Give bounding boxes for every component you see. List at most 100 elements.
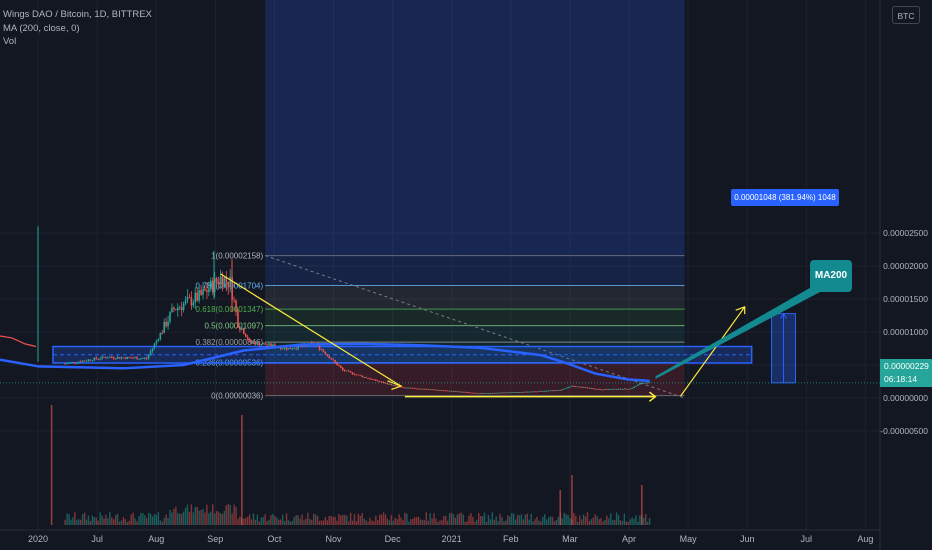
candle-body xyxy=(246,336,249,340)
fibonacci-retracement[interactable]: 1(0.00002158)0.786(0.00001704)0.618(0.00… xyxy=(196,0,685,401)
candle-body xyxy=(503,392,505,394)
volume-bar xyxy=(526,513,528,525)
volume-bar xyxy=(573,512,575,525)
volume-bar xyxy=(472,516,474,525)
price-chart[interactable]: 1(0.00002158)0.786(0.00001704)0.618(0.00… xyxy=(0,0,932,550)
volume-bar xyxy=(262,517,264,525)
y-tick-label: 0.00000000 xyxy=(883,393,928,403)
volume-bar xyxy=(80,519,82,525)
volume-bar xyxy=(239,516,241,525)
volume-bar xyxy=(256,514,259,525)
candle-body xyxy=(637,384,639,386)
candle-body xyxy=(215,278,218,283)
candle-body xyxy=(233,299,235,301)
candle-body xyxy=(178,307,181,309)
volume-bar xyxy=(165,514,167,525)
candle-body xyxy=(475,392,478,394)
candle-body xyxy=(569,386,571,388)
candle-body xyxy=(126,356,129,359)
candle-body xyxy=(74,361,76,363)
y-tick-label: 0.00002500 xyxy=(883,228,928,238)
target-measure-label[interactable]: 0.00001048 (381.94%) 1048 xyxy=(731,189,839,206)
candle-body xyxy=(590,388,593,389)
volume-spike xyxy=(241,415,243,525)
volume-bar xyxy=(72,517,74,525)
candle-body xyxy=(237,311,239,328)
volume-bar xyxy=(505,520,507,525)
volume-bar xyxy=(151,516,154,525)
volume-bar xyxy=(419,519,422,525)
volume-bar xyxy=(346,515,348,525)
candle-body xyxy=(380,381,383,383)
ma200-callout[interactable]: MA200 xyxy=(810,260,852,292)
volume-bar xyxy=(373,521,375,525)
candle-body xyxy=(409,387,412,389)
candle-body xyxy=(262,343,265,345)
candle-body xyxy=(285,347,288,350)
candle-body xyxy=(79,361,82,363)
volume-bar xyxy=(369,517,371,525)
currency-button[interactable]: BTC xyxy=(892,6,920,24)
volume-bar xyxy=(454,517,457,525)
ma-indicator-label[interactable]: MA (200, close, 0) xyxy=(3,22,152,36)
symbol-title[interactable]: Wings DAO / Bitcoin, 1D, BITTREX xyxy=(3,8,152,22)
x-tick-label: Aug xyxy=(148,534,164,544)
candle-body xyxy=(442,390,445,392)
candle-body xyxy=(192,302,195,306)
volume-bar xyxy=(169,509,171,525)
candle-body xyxy=(324,351,327,355)
volume-bar xyxy=(413,517,416,525)
candle-body xyxy=(536,391,538,393)
volume-bar xyxy=(347,521,350,525)
candle-body xyxy=(248,339,251,341)
candle-body xyxy=(518,392,521,393)
volume-bar xyxy=(303,520,305,525)
volume-bar xyxy=(371,520,373,525)
volume-bar xyxy=(70,519,72,525)
volume-bar xyxy=(299,518,301,525)
candle-body xyxy=(200,290,202,295)
candle-body xyxy=(648,382,651,384)
candle-body xyxy=(99,358,101,360)
volume-bar xyxy=(260,517,262,525)
candle-body xyxy=(448,390,451,392)
volume-bar xyxy=(322,520,325,525)
volume-bar xyxy=(635,515,637,525)
volume-bar xyxy=(194,506,196,525)
volume-bar xyxy=(161,521,163,525)
fib-level-label: 1(0.00002158) xyxy=(211,252,263,261)
candle-body xyxy=(217,282,220,284)
volume-bar xyxy=(365,520,367,525)
candle-body xyxy=(289,347,292,349)
candle-body xyxy=(376,380,379,382)
volume-bar xyxy=(433,513,435,525)
candle-body xyxy=(541,391,544,392)
x-tick-label: Aug xyxy=(857,534,873,544)
volume-bar xyxy=(217,511,220,525)
volume-bar xyxy=(293,517,295,525)
volume-bar xyxy=(384,514,387,525)
candle-body xyxy=(576,386,579,388)
volume-bar xyxy=(316,516,319,525)
fib-band xyxy=(265,255,685,286)
volume-bar xyxy=(93,517,96,525)
support-zone[interactable] xyxy=(52,345,753,364)
candle-body xyxy=(243,328,245,334)
current-price: 0.00000229 xyxy=(884,361,929,371)
candle-body xyxy=(373,379,375,381)
volume-indicator-label[interactable]: Vol xyxy=(3,35,152,49)
volume-bar xyxy=(109,512,111,525)
candle-body xyxy=(600,389,602,391)
candle-body xyxy=(367,377,369,379)
volume-bar xyxy=(633,518,635,525)
candle-body xyxy=(147,354,150,359)
volume-bar xyxy=(580,519,583,525)
volume-bar xyxy=(243,518,245,525)
candle-body xyxy=(609,389,612,390)
volume-bar xyxy=(646,521,649,525)
volume-bar xyxy=(382,512,385,525)
candle-body xyxy=(140,358,142,360)
candle-body xyxy=(266,344,268,346)
volume-bar xyxy=(551,516,554,525)
candle-body xyxy=(159,332,162,340)
